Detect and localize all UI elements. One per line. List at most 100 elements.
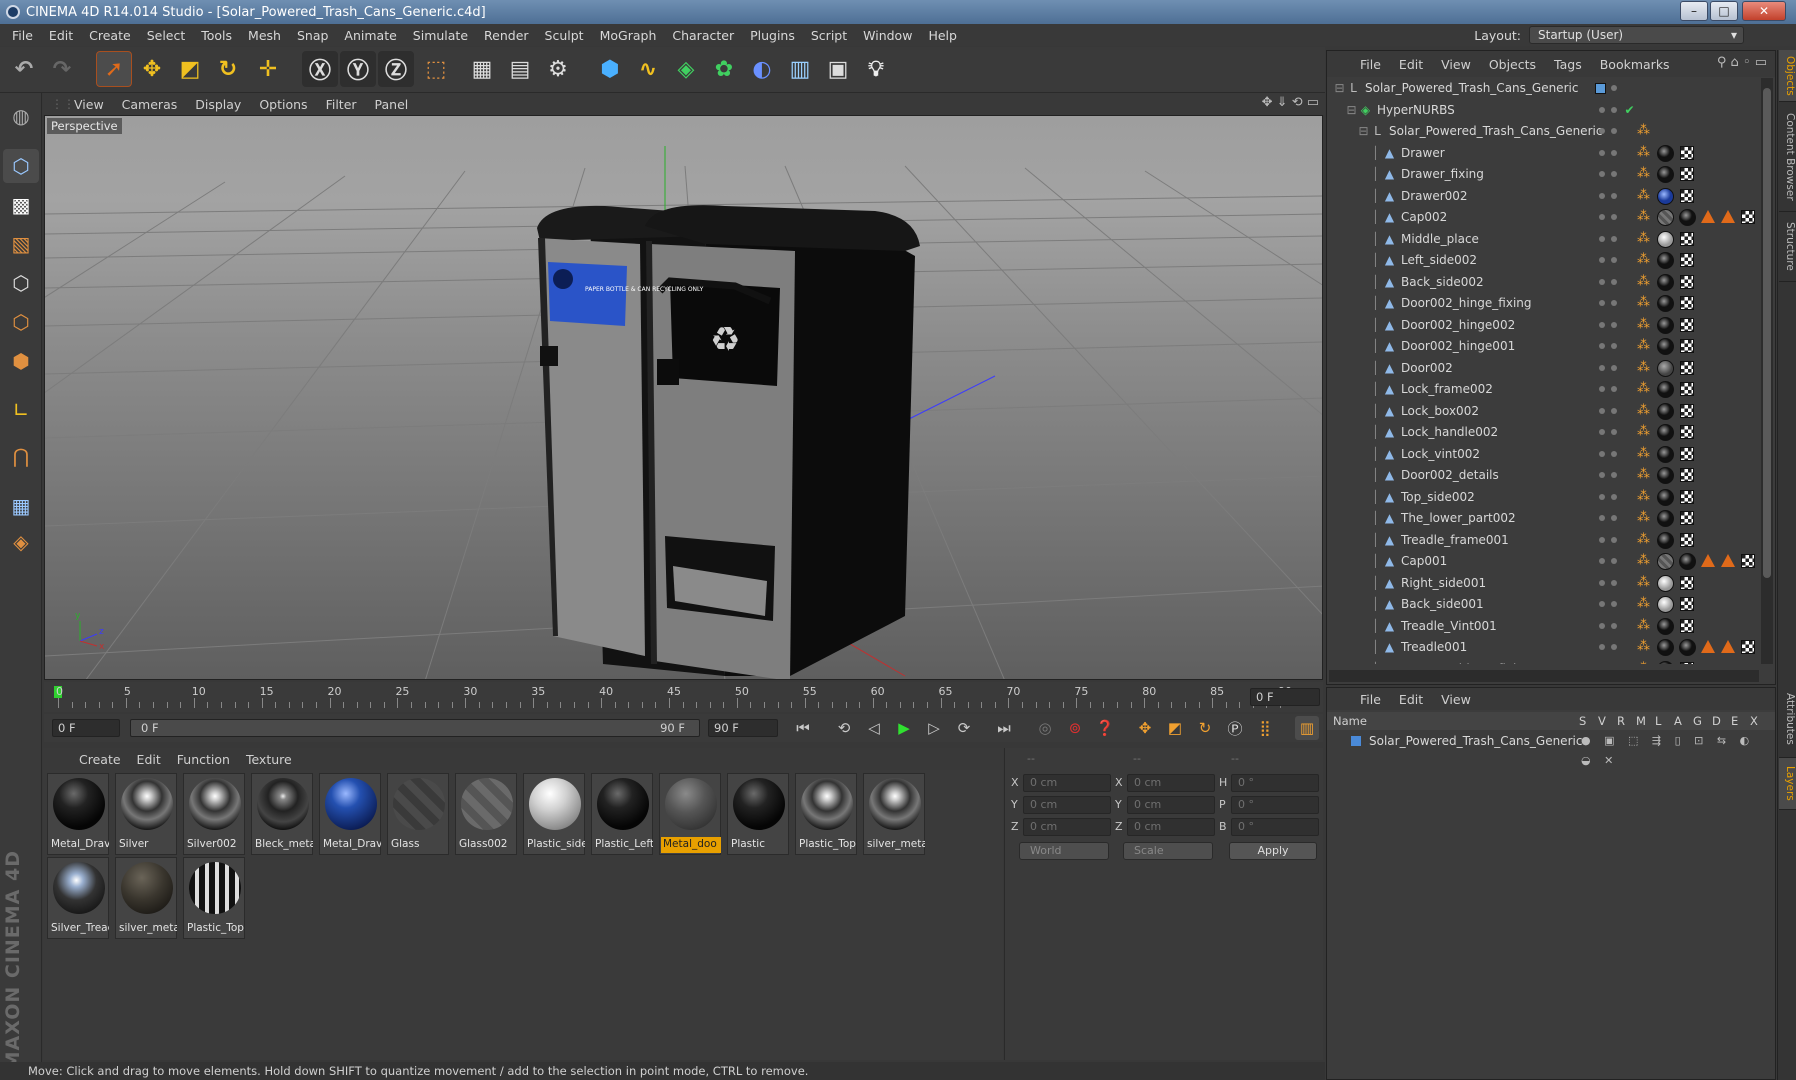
uvw-tag-icon[interactable] bbox=[1680, 575, 1694, 590]
phong-tag-icon[interactable]: ⁂ bbox=[1637, 618, 1651, 633]
visibility-dot[interactable] bbox=[1599, 278, 1605, 285]
uvw-tag-icon[interactable] bbox=[1680, 597, 1694, 611]
material-swatch[interactable]: Bleck_meta bbox=[251, 773, 313, 855]
phong-tag-icon[interactable]: ⁂ bbox=[1637, 296, 1651, 310]
phong-tag-icon[interactable]: ⁂ bbox=[1637, 339, 1651, 353]
spline-icon[interactable]: ∿ bbox=[630, 51, 666, 87]
expand-icon[interactable]: │ bbox=[1369, 189, 1382, 203]
point-level-animation-icon[interactable]: ⣿ bbox=[1253, 716, 1277, 740]
viewport-nav-icons[interactable]: ✥ ⇓ ⟲ ▭ bbox=[1262, 95, 1319, 110]
material-tag-icon[interactable] bbox=[1657, 316, 1674, 334]
material-tag-icon[interactable] bbox=[1657, 166, 1674, 183]
material-swatch[interactable]: silver_meta bbox=[115, 857, 177, 939]
expand-icon[interactable]: │ bbox=[1369, 490, 1382, 504]
axis-mode-icon[interactable]: ∟ bbox=[3, 393, 39, 427]
tab-attributes[interactable]: Attributes bbox=[1779, 680, 1796, 758]
array-icon[interactable]: ✿ bbox=[706, 51, 742, 87]
size-mode-select[interactable]: Scale bbox=[1123, 842, 1213, 860]
menu-create[interactable]: Create bbox=[81, 28, 139, 43]
last-tool-icon[interactable]: ✛ bbox=[250, 51, 286, 87]
layer-column-x[interactable]: X bbox=[1750, 712, 1758, 730]
snap-magnet-icon[interactable]: ⋂ bbox=[3, 439, 39, 473]
material-tag-icon[interactable] bbox=[1657, 273, 1674, 291]
expand-icon[interactable]: │ bbox=[1369, 361, 1382, 375]
phong-tag-icon[interactable]: ⁂ bbox=[1637, 554, 1651, 568]
visibility-dot[interactable] bbox=[1611, 558, 1617, 564]
uvw-tag-icon[interactable] bbox=[1680, 274, 1694, 289]
expand-icon[interactable]: │ bbox=[1369, 404, 1382, 418]
layer-column-v[interactable]: V bbox=[1598, 712, 1606, 730]
visibility-dot[interactable] bbox=[1599, 257, 1605, 263]
visibility-dot[interactable] bbox=[1599, 536, 1605, 543]
tab-content-browser[interactable]: Content Browser bbox=[1779, 102, 1796, 212]
visibility-dot[interactable] bbox=[1599, 235, 1605, 242]
visibility-dot[interactable] bbox=[1611, 622, 1617, 629]
visibility-dot[interactable] bbox=[1599, 558, 1605, 564]
play-icon[interactable]: ▶ bbox=[892, 716, 916, 740]
menu-character[interactable]: Character bbox=[664, 28, 742, 43]
maximize-button[interactable]: □ bbox=[1710, 1, 1738, 21]
visibility-dot[interactable] bbox=[1611, 364, 1617, 371]
layer-tag-icon[interactable] bbox=[1595, 83, 1606, 94]
expand-icon[interactable]: │ bbox=[1369, 168, 1382, 181]
material-tag-icon[interactable] bbox=[1679, 639, 1696, 656]
menu-sculpt[interactable]: Sculpt bbox=[537, 28, 592, 43]
visibility-dot[interactable] bbox=[1611, 128, 1617, 134]
rotation-key-icon[interactable]: ↻ bbox=[1193, 716, 1217, 740]
layer-column-g[interactable]: G bbox=[1693, 712, 1702, 730]
expand-icon[interactable]: │ bbox=[1369, 426, 1382, 439]
material-menu-create[interactable]: Create bbox=[71, 752, 129, 767]
material-tag-icon[interactable] bbox=[1657, 144, 1674, 162]
material-tag-icon[interactable] bbox=[1657, 553, 1674, 570]
world-coordinates-icon[interactable]: ⬚ bbox=[418, 51, 454, 87]
object-name[interactable]: Door002_hinge002 bbox=[1401, 315, 1515, 336]
object-name[interactable]: Cap002 bbox=[1401, 207, 1447, 228]
visibility-dot[interactable] bbox=[1611, 192, 1617, 199]
object-name[interactable]: Cap001 bbox=[1401, 551, 1447, 572]
coordinate-mode-select[interactable]: World bbox=[1019, 842, 1109, 860]
material-tag-icon[interactable] bbox=[1657, 660, 1674, 664]
object-row[interactable]: │ ▲ The_lower_part002 ⁂ bbox=[1327, 508, 1759, 529]
visibility-dot[interactable] bbox=[1599, 106, 1605, 113]
object-name[interactable]: Lock_handle002 bbox=[1401, 422, 1498, 443]
planar-workplane-icon[interactable]: ◈ bbox=[3, 525, 39, 559]
close-button[interactable]: ✕ bbox=[1742, 1, 1786, 21]
object-name[interactable]: Treadle_frame001 bbox=[1401, 530, 1509, 551]
material-tag-icon[interactable] bbox=[1657, 187, 1674, 205]
material-tag-icon[interactable] bbox=[1657, 424, 1674, 441]
selection-tag-icon[interactable] bbox=[1701, 640, 1715, 653]
uvw-tag-icon[interactable] bbox=[1741, 640, 1755, 654]
visibility-dot[interactable] bbox=[1611, 343, 1617, 349]
menu-simulate[interactable]: Simulate bbox=[405, 28, 476, 43]
uvw-tag-icon[interactable] bbox=[1741, 210, 1755, 224]
expand-icon[interactable]: ⊟ bbox=[1333, 82, 1346, 95]
uvw-tag-icon[interactable] bbox=[1680, 403, 1694, 418]
size-z-field[interactable]: 0 cm bbox=[1127, 818, 1215, 836]
menu-animate[interactable]: Animate bbox=[336, 28, 404, 43]
material-tag-icon[interactable] bbox=[1657, 252, 1674, 269]
expand-icon[interactable]: │ bbox=[1369, 512, 1382, 525]
visibility-dot[interactable] bbox=[1599, 364, 1605, 371]
layout-select[interactable]: Startup (User) bbox=[1529, 26, 1744, 44]
visibility-dot[interactable] bbox=[1599, 149, 1605, 156]
phong-tag-icon[interactable]: ⁂ bbox=[1637, 253, 1651, 267]
uvw-tag-icon[interactable] bbox=[1680, 511, 1694, 525]
trash-can-model[interactable]: PAPER BOTTLE & CAN RECYCLING ONLY ♻︎ bbox=[537, 205, 920, 680]
enabled-check-icon[interactable]: ✔ bbox=[1623, 103, 1636, 117]
visibility-dot[interactable] bbox=[1611, 536, 1617, 543]
object-name[interactable]: Drawer bbox=[1401, 143, 1445, 164]
uvw-tag-icon[interactable] bbox=[1680, 532, 1694, 547]
tab-layers[interactable]: Layers bbox=[1779, 758, 1796, 810]
z-axis-lock-icon[interactable]: Ⓩ bbox=[378, 51, 414, 87]
selection-tag-icon[interactable] bbox=[1721, 554, 1735, 567]
go-to-start-icon[interactable]: ⏮ bbox=[791, 716, 815, 740]
object-name[interactable]: Solar_Powered_Trash_Cans_Generic bbox=[1389, 121, 1602, 142]
visibility-dot[interactable] bbox=[1599, 515, 1605, 521]
scale-key-icon[interactable]: ◩ bbox=[1163, 716, 1187, 740]
make-editable-icon[interactable]: ◍ bbox=[3, 99, 39, 133]
menu-script[interactable]: Script bbox=[803, 28, 855, 43]
visibility-dot[interactable] bbox=[1599, 644, 1605, 650]
material-menu-texture[interactable]: Texture bbox=[238, 752, 300, 767]
selection-tag-icon[interactable] bbox=[1701, 554, 1715, 567]
object-name[interactable]: The_lower_part002 bbox=[1401, 508, 1516, 529]
